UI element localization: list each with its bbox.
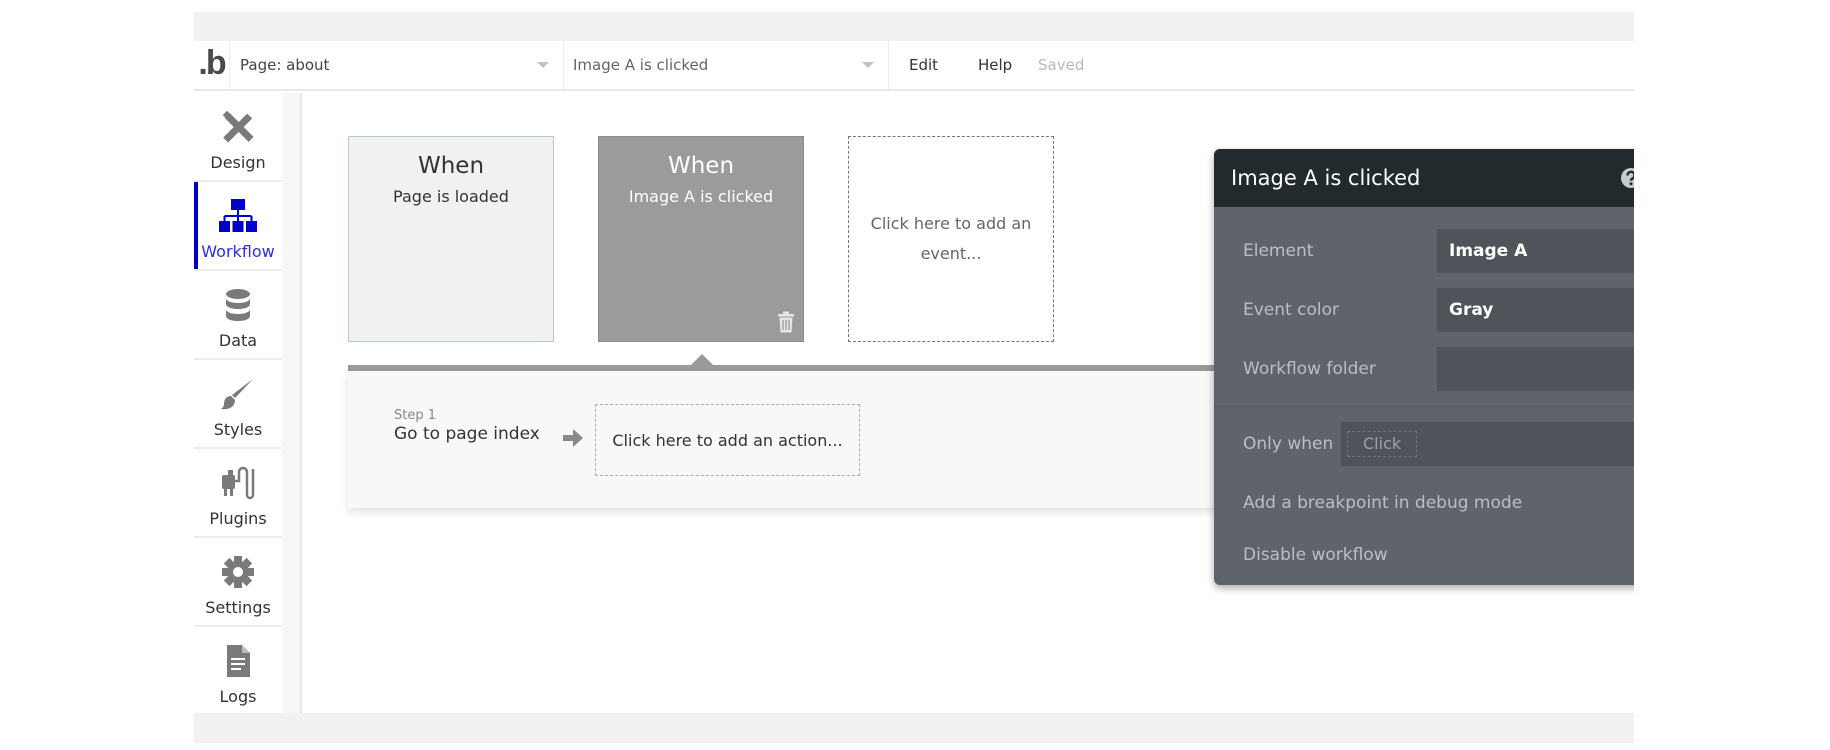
menu-edit[interactable]: Edit bbox=[909, 41, 938, 89]
workflow-canvas: When Page is loaded When Image A is clic… bbox=[304, 93, 1634, 713]
only-when-placeholder: Click bbox=[1347, 431, 1418, 457]
panel-divider bbox=[1214, 406, 1634, 407]
event-color-value: Gray bbox=[1449, 300, 1494, 320]
header-bar: .b Page: about Image A is clicked Edit H… bbox=[194, 41, 1634, 91]
element-value: Image A bbox=[1449, 241, 1528, 261]
event-properties-panel: Image A is clicked Element Image A Event… bbox=[1214, 149, 1634, 585]
gear-icon bbox=[218, 552, 258, 592]
page-selector-dropdown[interactable]: Page: about bbox=[231, 41, 564, 89]
help-icon[interactable] bbox=[1618, 165, 1634, 191]
field-label: Add a breakpoint in debug mode bbox=[1243, 493, 1523, 513]
event-when-label: When bbox=[667, 153, 735, 179]
panel-header-icons bbox=[1612, 165, 1634, 191]
field-disable-workflow: Disable workflow bbox=[1214, 533, 1634, 577]
panel-title: Image A is clicked bbox=[1231, 166, 1421, 190]
logo-text: .b bbox=[198, 44, 226, 82]
field-label: Event color bbox=[1243, 300, 1339, 320]
add-event-label: Click here to add an event... bbox=[870, 214, 1032, 263]
save-status: Saved bbox=[1038, 56, 1085, 74]
workflow-icon bbox=[218, 196, 258, 236]
sidebar: Design Workflow Data Styles Plugins Sett… bbox=[194, 93, 282, 716]
sidebar-item-label: Settings bbox=[205, 598, 271, 617]
field-workflow-folder: Workflow folder bbox=[1214, 347, 1634, 391]
panel-header[interactable]: Image A is clicked bbox=[1214, 149, 1634, 207]
sidebar-item-label: Logs bbox=[219, 687, 257, 706]
step-number: Step 1 bbox=[394, 408, 437, 423]
field-element: Element Image A bbox=[1214, 229, 1634, 273]
plug-icon bbox=[218, 463, 258, 503]
page-selector-value: Page: about bbox=[240, 56, 330, 74]
event-when-label: When bbox=[417, 153, 485, 179]
action-step-1[interactable]: Step 1 Go to page index bbox=[394, 408, 540, 444]
sidebar-item-data[interactable]: Data bbox=[194, 271, 282, 360]
sidebar-item-workflow[interactable]: Workflow bbox=[194, 182, 282, 271]
sidebar-item-label: Design bbox=[210, 153, 266, 172]
bubble-logo[interactable]: .b bbox=[194, 41, 230, 89]
field-label: Element bbox=[1243, 241, 1314, 261]
brush-icon bbox=[218, 374, 258, 414]
design-icon bbox=[218, 107, 258, 147]
event-selector-value: Image A is clicked bbox=[573, 56, 709, 74]
event-color-dropdown[interactable]: Gray bbox=[1437, 288, 1634, 332]
event-name: Image A is clicked bbox=[628, 187, 774, 206]
menu-help[interactable]: Help bbox=[978, 41, 1012, 89]
element-dropdown[interactable]: Image A bbox=[1437, 229, 1634, 273]
only-when-input[interactable]: Click bbox=[1341, 422, 1634, 466]
sidebar-item-settings[interactable]: Settings bbox=[194, 538, 282, 627]
sidebar-item-label: Plugins bbox=[209, 509, 267, 528]
event-card-image-a-clicked[interactable]: When Image A is clicked bbox=[598, 136, 804, 342]
sidebar-item-label: Styles bbox=[213, 420, 263, 439]
trash-icon[interactable] bbox=[777, 311, 795, 333]
field-label: Only when bbox=[1243, 434, 1334, 454]
field-event-color: Event color Gray bbox=[1214, 288, 1634, 332]
sidebar-item-design[interactable]: Design bbox=[194, 93, 282, 182]
field-label: Disable workflow bbox=[1243, 545, 1388, 565]
bottom-strip bbox=[194, 713, 1634, 743]
sidebar-item-logs[interactable]: Logs bbox=[194, 627, 282, 716]
event-selector-dropdown[interactable]: Image A is clicked bbox=[564, 41, 889, 89]
event-name: Page is loaded bbox=[393, 187, 509, 206]
document-icon bbox=[218, 641, 258, 681]
sidebar-item-plugins[interactable]: Plugins bbox=[194, 449, 282, 538]
workflow-folder-dropdown[interactable] bbox=[1437, 347, 1634, 391]
step-action-name: Go to page index bbox=[394, 424, 540, 444]
chevron-down-icon bbox=[862, 62, 874, 68]
add-action-button[interactable]: Click here to add an action... bbox=[595, 404, 860, 476]
chevron-down-icon bbox=[537, 62, 549, 68]
sidebar-item-label: Data bbox=[218, 331, 258, 350]
add-event-button[interactable]: Click here to add an event... bbox=[848, 136, 1054, 342]
sidebar-item-styles[interactable]: Styles bbox=[194, 360, 282, 449]
event-card-page-loaded[interactable]: When Page is loaded bbox=[348, 136, 554, 342]
arrow-right-icon bbox=[562, 428, 584, 448]
field-breakpoint: Add a breakpoint in debug mode bbox=[1214, 481, 1634, 525]
app-window: .b Page: about Image A is clicked Edit H… bbox=[194, 12, 1634, 743]
sidebar-gutter bbox=[282, 93, 302, 713]
top-strip bbox=[194, 12, 1634, 41]
sidebar-item-label: Workflow bbox=[201, 242, 275, 261]
database-icon bbox=[218, 285, 258, 325]
field-label: Workflow folder bbox=[1243, 359, 1376, 379]
